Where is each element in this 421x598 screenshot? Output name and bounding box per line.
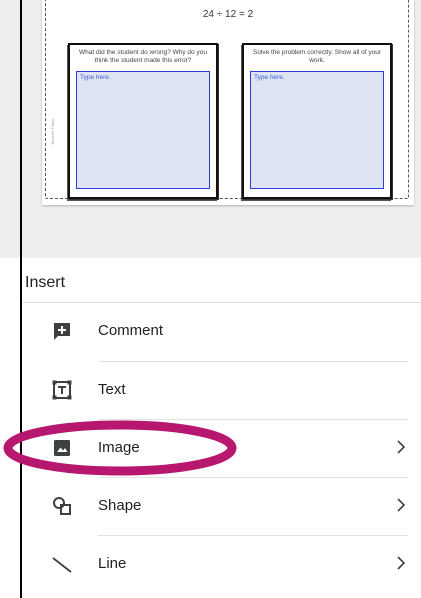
- add-comment-icon: [54, 323, 70, 340]
- watermark-text: Teacher Thrive: [50, 118, 55, 145]
- answer-text-box[interactable]: Type here.: [250, 71, 384, 189]
- menu-item-shape[interactable]: Shape: [22, 478, 421, 536]
- image-icon: [54, 440, 70, 456]
- menu-item-label: Text: [98, 381, 126, 398]
- error-analysis-card: What did the student do wrong? Why do yo…: [68, 43, 218, 199]
- chevron-right-icon: [397, 498, 406, 512]
- menu-item-text[interactable]: Text: [22, 362, 421, 420]
- chevron-right-icon: [397, 440, 406, 454]
- text-box-icon: [52, 380, 72, 400]
- answer-text-box[interactable]: Type here.: [76, 71, 210, 189]
- menu-item-image[interactable]: Image: [22, 420, 421, 478]
- solve-problem-card: Solve the problem correctly. Show all of…: [242, 43, 392, 199]
- shape-icon: [53, 497, 71, 515]
- chevron-right-icon: [397, 556, 406, 570]
- card-question: Solve the problem correctly. Show all of…: [252, 49, 382, 64]
- answer-placeholder: Type here.: [254, 74, 285, 81]
- frame-border-left: [20, 0, 22, 598]
- answer-placeholder: Type here.: [80, 74, 111, 81]
- slide-preview-area: 24 ÷ 12 = 2 What did the student do wron…: [0, 0, 421, 258]
- menu-item-comment[interactable]: Comment: [22, 303, 421, 361]
- menu-title: Insert: [25, 274, 66, 291]
- menu-item-line[interactable]: Line: [22, 536, 421, 594]
- menu-item-label: Image: [98, 439, 140, 456]
- equation-text: 24 ÷ 12 = 2: [202, 9, 254, 20]
- menu-item-label: Line: [98, 555, 127, 572]
- line-icon: [52, 557, 72, 573]
- menu-item-label: Shape: [98, 497, 142, 514]
- slide-thumbnail[interactable]: 24 ÷ 12 = 2 What did the student do wron…: [42, 0, 414, 205]
- card-question: What did the student do wrong? Why do yo…: [79, 49, 207, 64]
- menu-item-label: Comment: [98, 322, 164, 339]
